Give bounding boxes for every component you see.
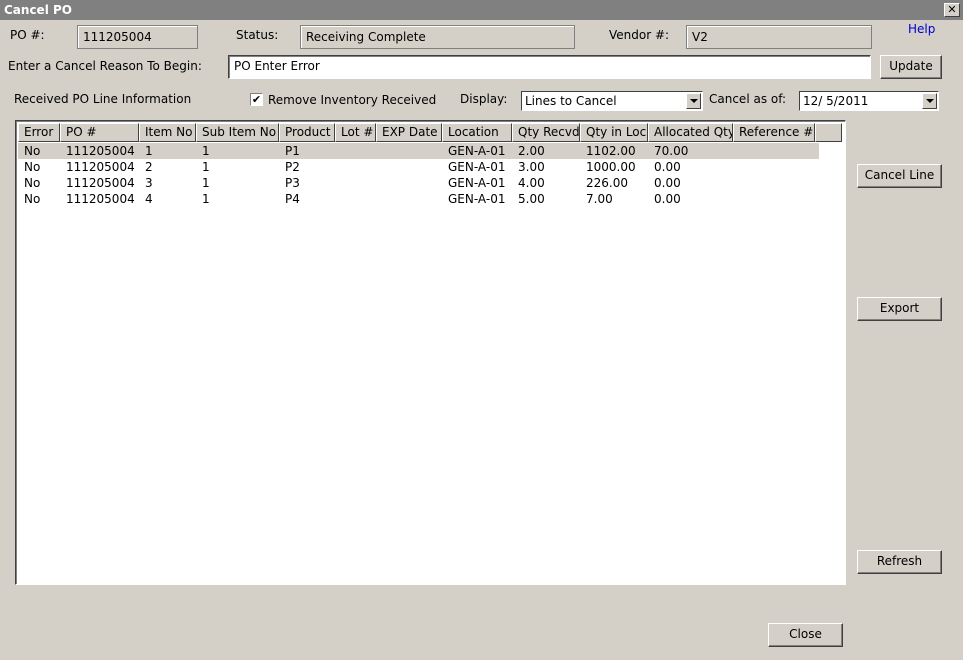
export-button[interactable]: Export — [857, 297, 942, 321]
cancel-reason-label: Enter a Cancel Reason To Begin: — [8, 59, 202, 73]
cell-qty-in-loc: 1102.00 — [586, 144, 636, 158]
cell-exp-date — [376, 143, 442, 159]
cell-location: GEN-A-01 — [448, 160, 506, 174]
cell-allocated-qty: 70.00 — [654, 144, 689, 158]
cell-item-no: 4 — [145, 192, 153, 206]
cell-sub-item-no: 1 — [202, 176, 210, 190]
po-number-field: 111205004 — [77, 25, 198, 49]
column-header-error[interactable]: Error — [18, 123, 60, 142]
calendar-dropdown-icon[interactable] — [922, 93, 937, 109]
cell-sub-item-no: 1 — [202, 144, 210, 158]
close-icon[interactable]: ✕ — [944, 3, 960, 17]
cell-exp-date — [376, 175, 442, 191]
window-title: Cancel PO — [4, 3, 72, 17]
cell-sub-item-no: 1 — [202, 160, 210, 174]
cell-qty-in-loc: 1000.00 — [586, 160, 636, 174]
cell-location: GEN-A-01 — [448, 144, 506, 158]
cell-lot — [335, 159, 376, 175]
cell-error: No — [24, 144, 41, 158]
cell-qty-in-loc: 7.00 — [586, 192, 613, 206]
cell-allocated-qty: 0.00 — [654, 192, 681, 206]
cell-location: GEN-A-01 — [448, 192, 506, 206]
cell-sub-item-no: 1 — [202, 192, 210, 206]
cell-item-no: 2 — [145, 160, 153, 174]
column-header-product[interactable]: Product — [279, 123, 335, 142]
cell-qty-recvd: 2.00 — [518, 144, 545, 158]
table-row[interactable]: No 111205004 1 1 P1 GEN-A-01 2.00 1102.0… — [18, 143, 819, 159]
remove-inventory-label: Remove Inventory Received — [268, 93, 437, 107]
status-label: Status: — [236, 28, 279, 42]
column-header-po[interactable]: PO # — [60, 123, 139, 142]
cancel-reason-input[interactable]: PO Enter Error — [228, 55, 871, 79]
cancel-as-of-label: Cancel as of: — [709, 92, 787, 106]
cell-po: 111205004 — [66, 144, 135, 158]
cell-error: No — [24, 192, 41, 206]
column-header-reference[interactable]: Reference # — [733, 123, 815, 142]
table-header: Error PO # Item No Sub Item No Product L… — [18, 123, 842, 142]
column-header-lot[interactable]: Lot # — [335, 123, 376, 142]
cell-po: 111205004 — [66, 176, 135, 190]
cell-allocated-qty: 0.00 — [654, 176, 681, 190]
vendor-field: V2 — [686, 25, 872, 49]
po-number-label: PO #: — [10, 28, 45, 42]
cell-reference — [733, 159, 815, 175]
column-header-allocated-qty[interactable]: Allocated Qty — [648, 123, 733, 142]
refresh-button[interactable]: Refresh — [857, 550, 942, 574]
column-header-qty-in-loc[interactable]: Qty in Loc — [580, 123, 648, 142]
cell-reference — [733, 143, 815, 159]
po-lines-table[interactable]: Error PO # Item No Sub Item No Product L… — [15, 120, 846, 585]
cell-product: P1 — [285, 144, 300, 158]
cancel-as-of-value: 12/ 5/2011 — [803, 94, 869, 108]
chevron-down-icon[interactable] — [686, 93, 701, 109]
cancel-as-of-date[interactable]: 12/ 5/2011 — [799, 91, 939, 111]
cell-error: No — [24, 176, 41, 190]
cell-lot — [335, 191, 376, 207]
cell-qty-recvd: 5.00 — [518, 192, 545, 206]
cell-po: 111205004 — [66, 192, 135, 206]
cell-qty-recvd: 4.00 — [518, 176, 545, 190]
remove-inventory-checkbox[interactable]: ✔ — [250, 93, 263, 106]
cell-qty-in-loc: 226.00 — [586, 176, 628, 190]
display-label: Display: — [460, 92, 508, 106]
update-button[interactable]: Update — [880, 55, 942, 79]
table-row[interactable]: No 111205004 4 1 P4 GEN-A-01 5.00 7.00 0… — [18, 191, 819, 207]
cell-error: No — [24, 160, 41, 174]
cell-product: P2 — [285, 160, 300, 174]
close-button[interactable]: Close — [768, 623, 843, 647]
help-link[interactable]: Help — [908, 22, 935, 36]
cell-product: P4 — [285, 192, 300, 206]
column-header-filler — [815, 123, 842, 142]
cell-reference — [733, 175, 815, 191]
column-header-qty-recvd[interactable]: Qty Recvd — [512, 123, 580, 142]
cell-item-no: 1 — [145, 144, 153, 158]
cell-qty-recvd: 3.00 — [518, 160, 545, 174]
table-row[interactable]: No 111205004 3 1 P3 GEN-A-01 4.00 226.00… — [18, 175, 819, 191]
column-header-location[interactable]: Location — [442, 123, 512, 142]
table-row[interactable]: No 111205004 2 1 P2 GEN-A-01 3.00 1000.0… — [18, 159, 819, 175]
cell-allocated-qty: 0.00 — [654, 160, 681, 174]
column-header-exp-date[interactable]: EXP Date — [376, 123, 442, 142]
cell-item-no: 3 — [145, 176, 153, 190]
table-body: No 111205004 1 1 P1 GEN-A-01 2.00 1102.0… — [18, 143, 819, 207]
cell-po: 111205004 — [66, 160, 135, 174]
column-header-item-no[interactable]: Item No — [139, 123, 196, 142]
cell-exp-date — [376, 191, 442, 207]
status-field: Receiving Complete — [300, 25, 575, 49]
cancel-line-button[interactable]: Cancel Line — [857, 164, 942, 188]
display-select-value: Lines to Cancel — [525, 94, 617, 108]
vendor-label: Vendor #: — [609, 28, 670, 42]
section-label: Received PO Line Information — [14, 92, 192, 106]
cell-reference — [733, 191, 815, 207]
display-select[interactable]: Lines to Cancel — [521, 91, 703, 111]
cell-location: GEN-A-01 — [448, 176, 506, 190]
cell-lot — [335, 175, 376, 191]
cell-product: P3 — [285, 176, 300, 190]
window-titlebar: Cancel PO ✕ — [0, 0, 963, 20]
column-header-sub-item-no[interactable]: Sub Item No — [196, 123, 279, 142]
cell-lot — [335, 143, 376, 159]
cell-exp-date — [376, 159, 442, 175]
